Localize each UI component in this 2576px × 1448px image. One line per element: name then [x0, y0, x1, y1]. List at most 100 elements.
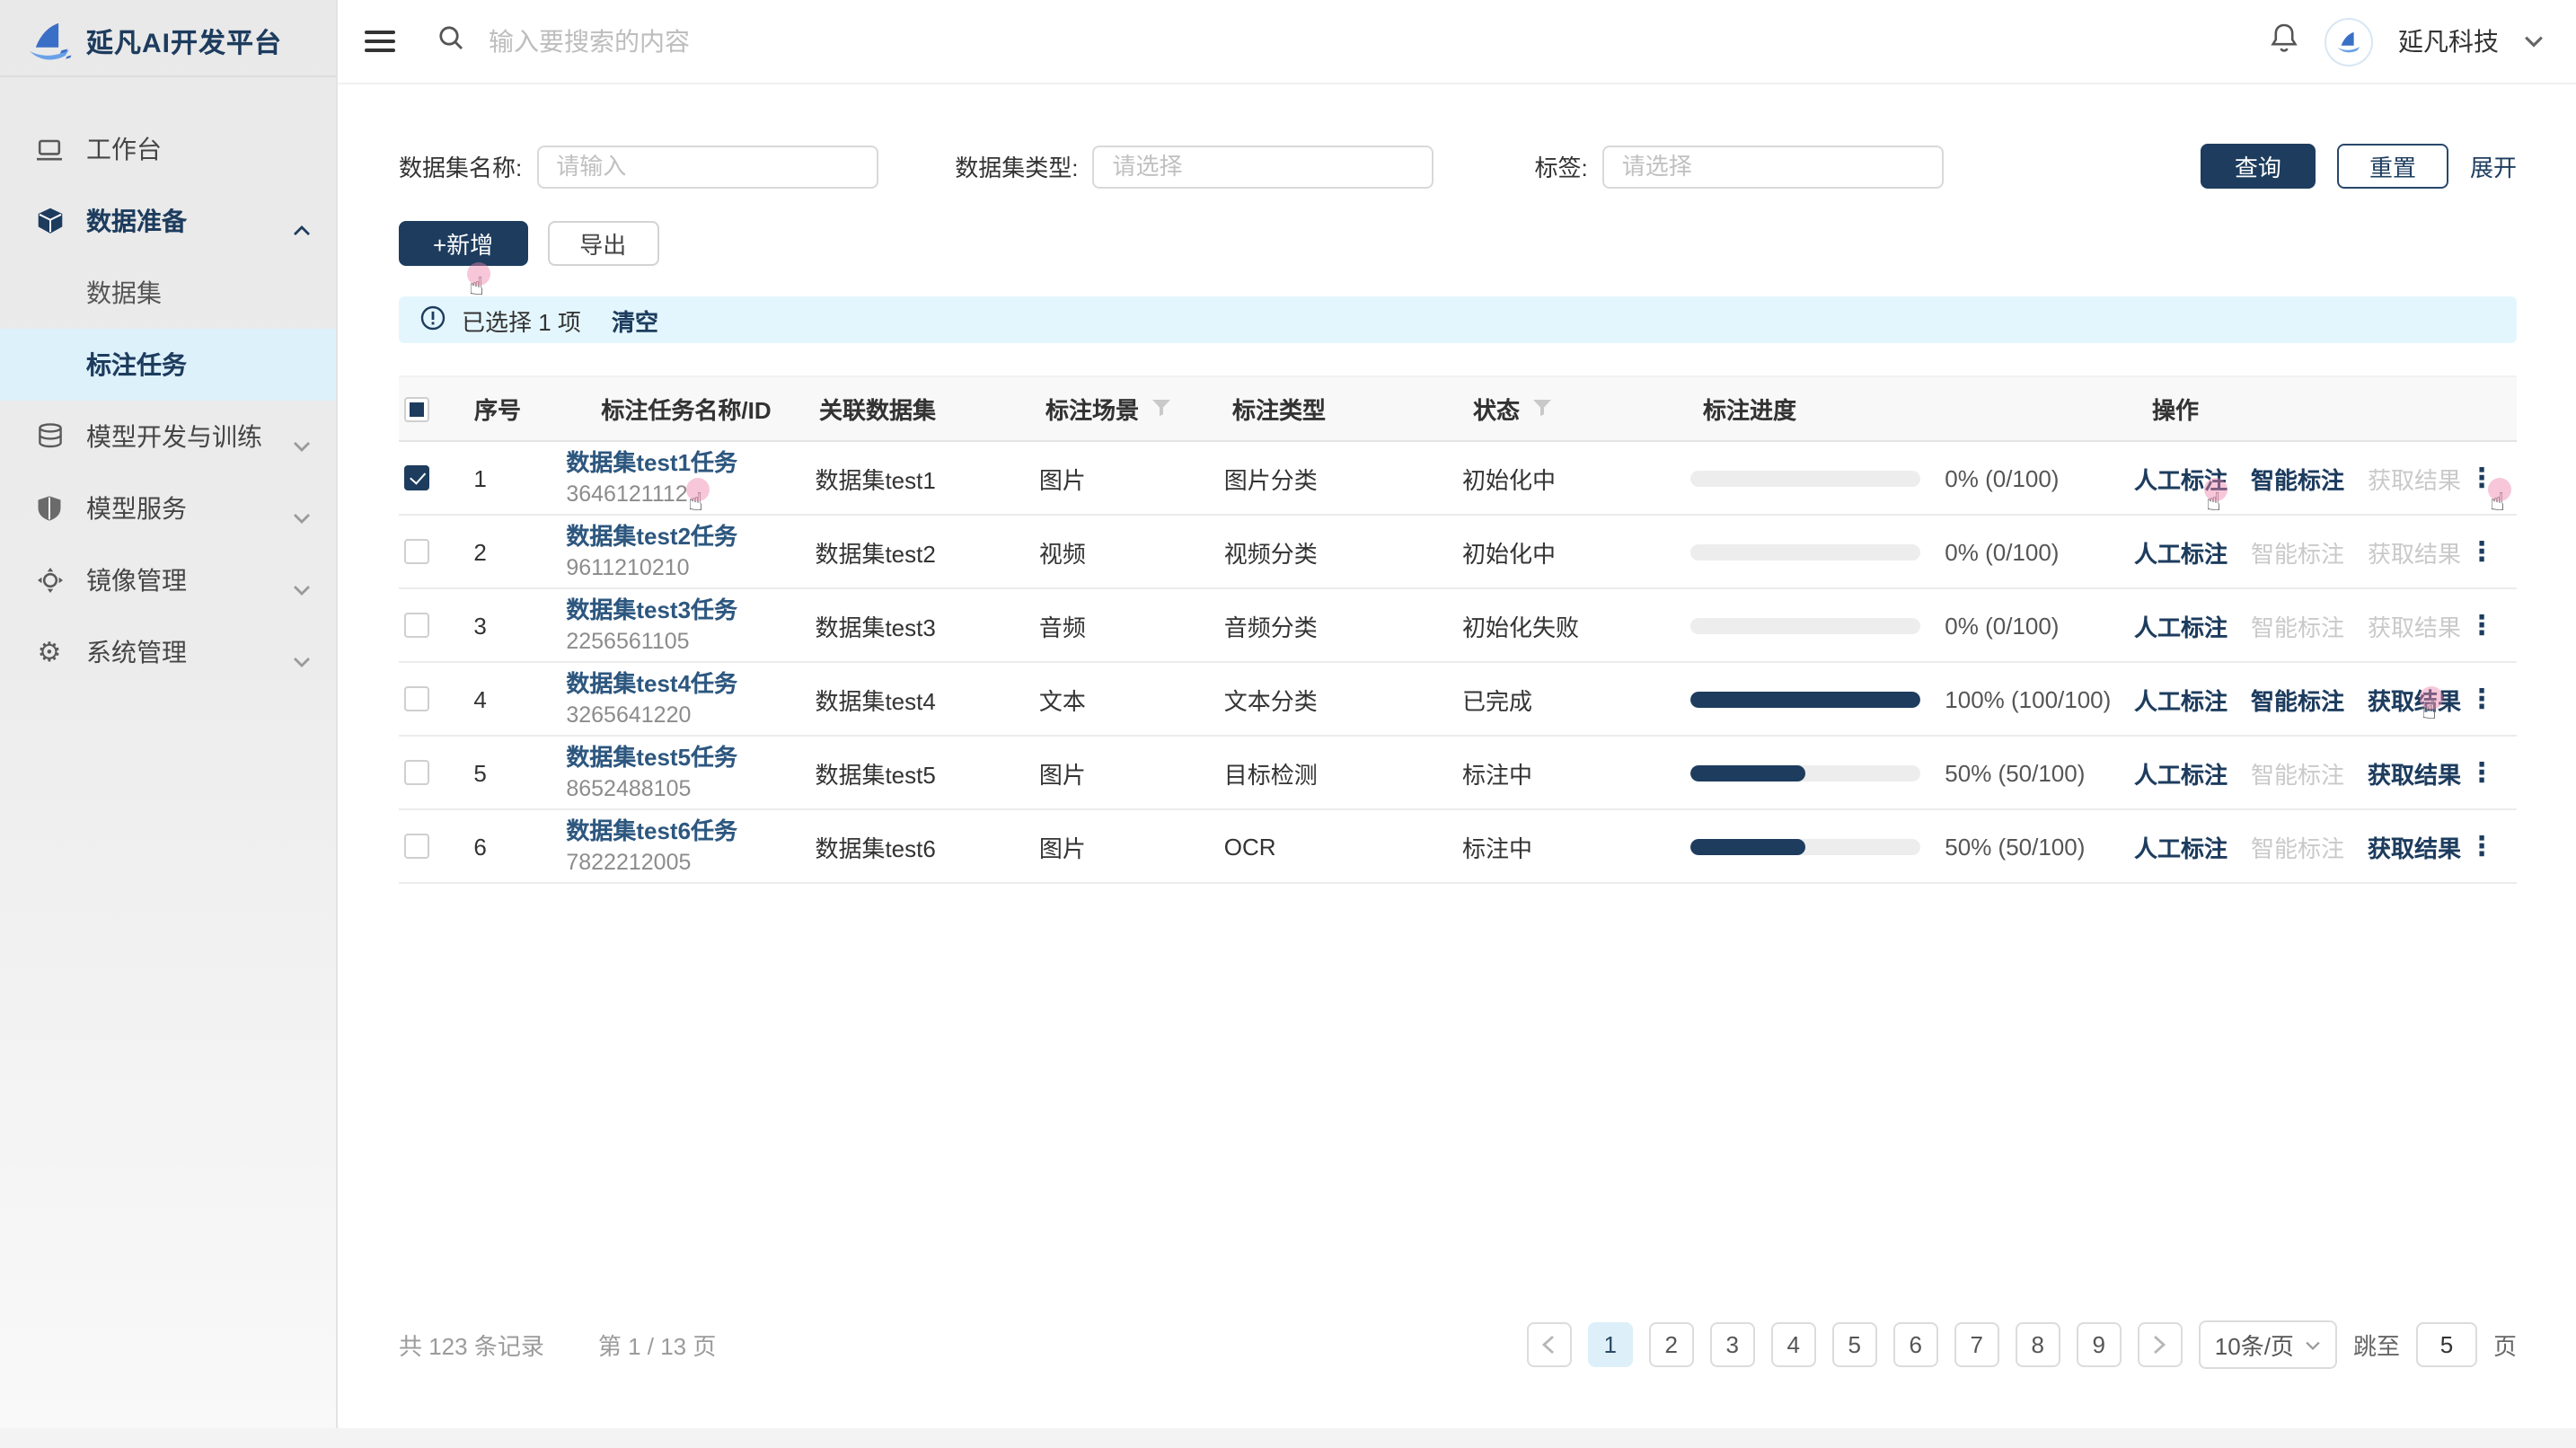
status-text: 标注中 — [1462, 755, 1689, 790]
add-button[interactable]: +新增 — [399, 221, 527, 266]
chevron-down-icon — [2305, 1339, 2321, 1350]
manual-annotate-link[interactable]: 人工标注 — [2134, 461, 2228, 495]
annotation-type: 图片分类 — [1224, 461, 1462, 495]
smart-annotate-link[interactable]: 智能标注 — [2251, 461, 2344, 495]
dataset-name: 数据集test6 — [815, 829, 1038, 863]
sidebar-item-annotation-task[interactable]: 标注任务 — [0, 329, 336, 401]
row-checkbox[interactable] — [404, 834, 429, 859]
dataset-name: 数据集test2 — [815, 534, 1038, 569]
annotation-type: OCR — [1224, 833, 1462, 860]
dataset-type-select[interactable] — [1093, 145, 1434, 188]
selection-info: 已选择 1 项 — [462, 303, 581, 337]
more-actions-icon[interactable]: ⋮ — [2468, 462, 2495, 494]
table-body: 1 数据集test1任务 3646121112 数据集test1 图片 图片分类… — [399, 442, 2517, 884]
sidebar-item-data-prep[interactable]: 数据准备 — [0, 185, 336, 257]
menu-toggle-icon[interactable] — [365, 31, 395, 53]
row-checkbox[interactable] — [404, 760, 429, 785]
expand-link[interactable]: 展开 — [2470, 149, 2517, 183]
annotation-scene: 图片 — [1039, 461, 1224, 495]
row-seq: 3 — [473, 612, 566, 639]
export-button[interactable]: 导出 — [547, 221, 658, 266]
task-name-link[interactable]: 数据集test3任务 — [566, 595, 737, 626]
task-name-link[interactable]: 数据集test1任务 — [566, 447, 737, 479]
more-actions-icon[interactable]: ⋮ — [2468, 830, 2495, 862]
task-name-link[interactable]: 数据集test2任务 — [566, 521, 737, 552]
annotation-type: 目标检测 — [1224, 755, 1462, 790]
reset-button[interactable]: 重置 — [2337, 144, 2448, 189]
dataset-name-input[interactable] — [536, 145, 878, 188]
page-button[interactable]: 6 — [1893, 1322, 1938, 1367]
page-button[interactable]: 5 — [1832, 1322, 1877, 1367]
query-button[interactable]: 查询 — [2201, 144, 2316, 189]
selection-bar: 已选择 1 项 清空 — [399, 296, 2517, 343]
fetch-results-link[interactable]: 获取结果 — [2368, 755, 2461, 790]
page-button[interactable]: 4 — [1771, 1322, 1816, 1367]
sidebar-item-label: 数据准备 — [86, 203, 187, 239]
fetch-results-link[interactable]: 获取结果 — [2368, 829, 2461, 863]
fetch-results-link[interactable]: 获取结果 — [2368, 682, 2461, 716]
page-button[interactable]: 7 — [1954, 1322, 1999, 1367]
annotation-scene: 音频 — [1039, 608, 1224, 642]
manual-annotate-link[interactable]: 人工标注 — [2134, 534, 2228, 569]
page-info: 第 1 / 13 页 — [598, 1328, 717, 1362]
manual-annotate-link[interactable]: 人工标注 — [2134, 829, 2228, 863]
sidebar-item-label: 模型开发与训练 — [86, 419, 262, 455]
main-area: 延凡科技 数据集名称: 数据集类型: 标签: — [338, 0, 2576, 1428]
progress-text: 0% (0/100) — [1945, 612, 2059, 639]
manual-annotate-link[interactable]: 人工标注 — [2134, 608, 2228, 642]
next-page-button[interactable] — [2138, 1322, 2183, 1367]
sidebar-item-image-manage[interactable]: 镜像管理 — [0, 544, 336, 616]
status-text: 初始化中 — [1462, 461, 1689, 495]
fetch-results-link: 获取结果 — [2368, 534, 2461, 569]
user-avatar[interactable] — [2325, 17, 2373, 66]
dataset-name: 数据集test3 — [815, 608, 1038, 642]
task-id: 3265641220 — [566, 700, 691, 729]
page-size-select[interactable]: 10条/页 — [2199, 1320, 2337, 1369]
top-bar: 延凡科技 — [338, 0, 2576, 84]
manual-annotate-link[interactable]: 人工标注 — [2134, 755, 2228, 790]
sidebar-item-system-manage[interactable]: ⚙ 系统管理 — [0, 616, 336, 688]
page-button[interactable]: 9 — [2077, 1322, 2122, 1367]
select-all-checkbox[interactable] — [404, 396, 429, 421]
row-checkbox[interactable] — [404, 539, 429, 564]
page-button[interactable]: 8 — [2016, 1322, 2060, 1367]
row-checkbox[interactable] — [404, 465, 429, 490]
page-button[interactable]: 2 — [1649, 1322, 1694, 1367]
smart-annotate-link[interactable]: 智能标注 — [2251, 682, 2344, 716]
notification-bell-icon[interactable] — [2269, 21, 2299, 62]
more-actions-icon[interactable]: ⋮ — [2468, 756, 2495, 789]
clear-selection-link[interactable]: 清空 — [612, 303, 658, 337]
row-checkbox[interactable] — [404, 613, 429, 638]
sidebar-item-model-service[interactable]: 模型服务 — [0, 472, 336, 544]
content-area: 数据集名称: 数据集类型: 标签: 查询 重置 展开 — [338, 84, 2576, 1428]
more-actions-icon[interactable]: ⋮ — [2468, 683, 2495, 715]
page-button[interactable]: 1 — [1588, 1322, 1633, 1367]
col-task-name: 标注任务名称/ID — [568, 392, 819, 426]
sidebar-item-model-train[interactable]: 模型开发与训练 — [0, 401, 336, 472]
manual-annotate-link[interactable]: 人工标注 — [2134, 682, 2228, 716]
sidebar-item-workbench[interactable]: 工作台 — [0, 113, 336, 185]
jump-page-input[interactable] — [2416, 1322, 2477, 1367]
sidebar-item-dataset[interactable]: 数据集 — [0, 257, 336, 329]
task-name-link[interactable]: 数据集test5任务 — [566, 742, 737, 773]
more-actions-icon[interactable]: ⋮ — [2468, 535, 2495, 568]
status-text: 初始化失败 — [1462, 608, 1689, 642]
task-name-link[interactable]: 数据集test4任务 — [566, 668, 737, 700]
smart-annotate-link: 智能标注 — [2251, 534, 2344, 569]
chevron-down-icon[interactable] — [2524, 25, 2544, 57]
account-name[interactable]: 延凡科技 — [2398, 23, 2499, 59]
task-name-link[interactable]: 数据集test6任务 — [566, 816, 737, 847]
page-button[interactable]: 3 — [1710, 1322, 1755, 1367]
filter-funnel-icon[interactable] — [1532, 395, 1552, 422]
sidebar-item-label: 系统管理 — [86, 634, 187, 670]
app-root: 延凡AI开发平台 工作台 数据准备 数据集 — [0, 0, 2576, 1448]
pagination: 123456789 10条/页 跳至 页 — [1527, 1320, 2517, 1369]
filter-funnel-icon[interactable] — [1151, 395, 1171, 422]
tag-select[interactable] — [1602, 145, 1944, 188]
sidebar-nav: 工作台 数据准备 数据集 标注任务 模型开发与训练 — [0, 77, 336, 688]
more-actions-icon[interactable]: ⋮ — [2468, 609, 2495, 641]
global-search-input[interactable] — [485, 25, 1247, 57]
sidebar-item-label: 工作台 — [86, 131, 162, 167]
row-checkbox[interactable] — [404, 686, 429, 711]
prev-page-button[interactable] — [1527, 1322, 1572, 1367]
